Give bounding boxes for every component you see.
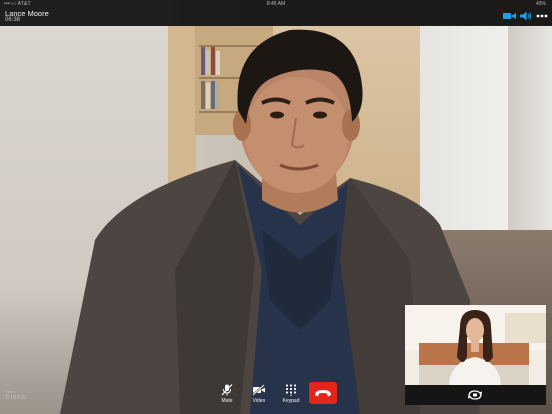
- microphone-muted-icon: [221, 384, 233, 396]
- video-call-icon[interactable]: [503, 11, 516, 21]
- switch-camera-icon[interactable]: [467, 389, 483, 401]
- mute-label: Mute: [221, 398, 233, 404]
- end-call-icon: [315, 390, 331, 397]
- status-battery: 43%: [535, 1, 546, 7]
- mute-button[interactable]: Mute: [213, 382, 241, 408]
- end-call-button[interactable]: [309, 382, 337, 404]
- top-bar: •••○○ AT&T 8:45 AM 43% Lance Moore 06:38: [0, 0, 552, 26]
- video-off-icon: [252, 384, 265, 396]
- speaker-icon[interactable]: [520, 11, 532, 21]
- more-options-icon[interactable]: [536, 11, 548, 21]
- self-view-pip[interactable]: [405, 305, 546, 405]
- self-view-video: [405, 305, 546, 385]
- video-toggle-button[interactable]: Video: [245, 382, 273, 408]
- self-view-toolbar: [405, 385, 546, 405]
- watermark-brand: CISCO: [6, 395, 27, 401]
- call-duration: 06:38: [5, 17, 21, 23]
- keypad-label: Keypad: [282, 398, 300, 404]
- keypad-icon: [285, 384, 297, 396]
- keypad-button[interactable]: Keypad: [277, 382, 305, 408]
- video-label: Video: [252, 398, 266, 404]
- cisco-watermark: ılıılı CISCO: [6, 389, 27, 401]
- status-time: 8:45 AM: [266, 1, 286, 7]
- call-controls: Mute Video Keypad: [213, 380, 341, 410]
